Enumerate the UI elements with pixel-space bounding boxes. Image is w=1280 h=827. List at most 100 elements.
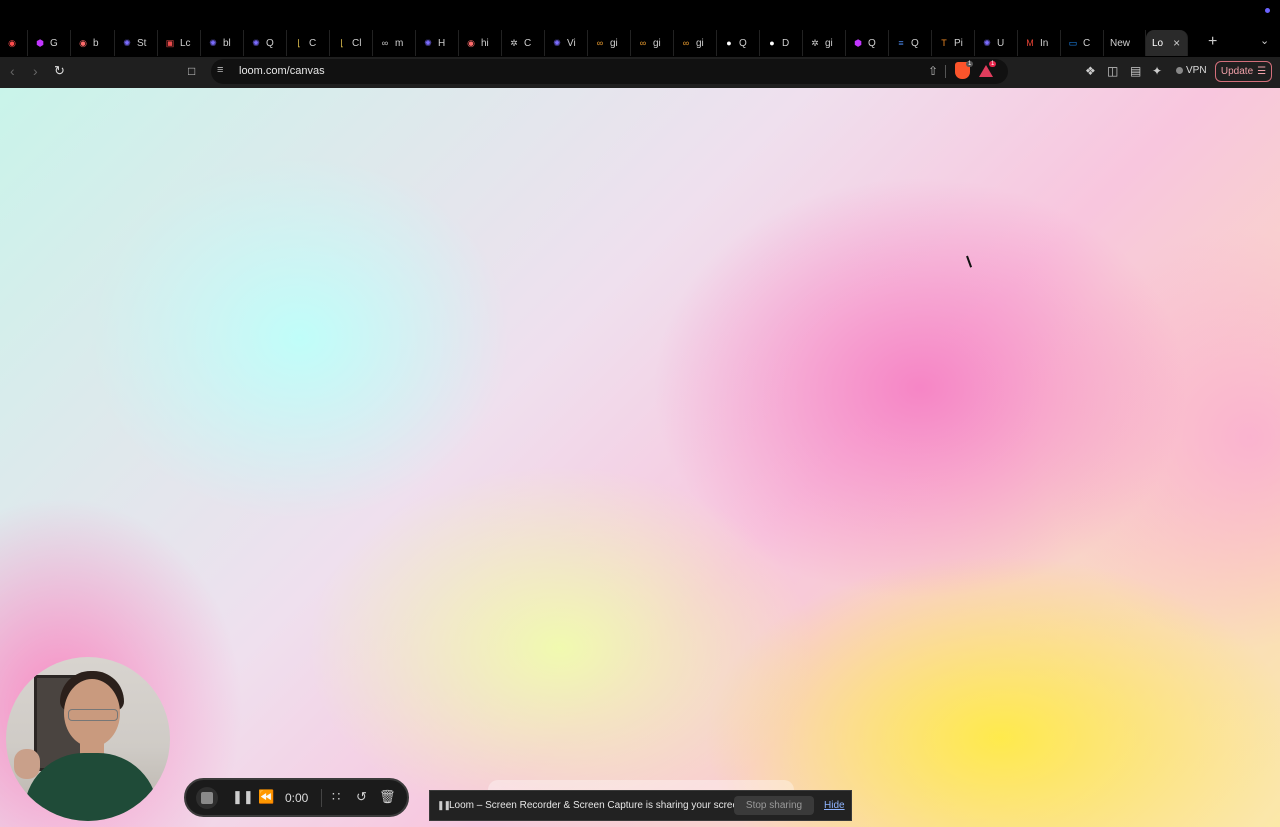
browser-tab[interactable]: ◉ — [0, 30, 28, 56]
forward-button[interactable]: › — [33, 63, 38, 79]
browser-tab[interactable]: ▣ Lc — [158, 30, 201, 56]
tab-label: Vi — [567, 37, 576, 49]
tab-label: bl — [223, 37, 231, 49]
tab-label: Lo — [1152, 37, 1164, 49]
browser-tab[interactable]: ∞ m — [373, 30, 416, 56]
grid-dots-icon[interactable]: ∷ — [332, 789, 340, 805]
active-tab[interactable]: Lo × — [1146, 30, 1188, 56]
browser-tab[interactable]: ◉ hi — [459, 30, 502, 56]
hexagon-icon: ⬢ — [36, 37, 44, 48]
share-icon[interactable]: ⇧ — [928, 64, 938, 78]
browser-tab[interactable]: ● D — [760, 30, 803, 56]
browser-tab[interactable]: ∞ gi — [674, 30, 717, 56]
tab-label: G — [50, 37, 58, 49]
trash-icon[interactable]: 🗑 — [379, 789, 396, 805]
tab-search-chevron-icon[interactable]: ⌄ — [1260, 34, 1269, 47]
tab-label: gi — [696, 37, 704, 49]
stop-recording-button[interactable] — [196, 787, 218, 809]
tab-label: C — [309, 37, 317, 49]
browser-tab[interactable]: ✺ St — [115, 30, 158, 56]
tab-label: gi — [653, 37, 661, 49]
bookmark-icon[interactable]: □ — [188, 64, 195, 78]
tab-label: m — [395, 37, 404, 49]
tab-strip: ◉ ⬢ G ◉ b ✺ St ▣ Lc ✺ bl ✺ Q ⌊ C ⌊ Cl ∞ m ✺ H ◉ hi ✲ C ✺ Vi ∞ gi ∞ gi ∞… — [0, 0, 1280, 57]
sidebar-icon[interactable]: ◫ — [1107, 64, 1118, 78]
rewards-count-badge: 1 — [989, 61, 997, 67]
pause-icon[interactable]: ❚❚ — [232, 789, 254, 805]
gmail-icon: M — [1026, 38, 1034, 48]
loop-icon: ∞ — [596, 38, 604, 48]
browser-tab[interactable]: ⬢ Q — [846, 30, 889, 56]
status-dot — [1265, 8, 1270, 13]
browser-tab[interactable]: ◉ b — [71, 30, 115, 56]
browser-tab[interactable]: ✺ H — [416, 30, 459, 56]
tab-label: Cl — [352, 37, 362, 49]
stop-sharing-button[interactable]: Stop sharing — [734, 796, 814, 815]
mouse-pointer-icon — [966, 255, 973, 268]
rewind-icon[interactable]: ⏪ — [258, 789, 274, 805]
wallet-icon[interactable]: ▤ — [1130, 64, 1141, 78]
vpn-button[interactable]: VPN — [1176, 65, 1207, 76]
record-icon: ◉ — [79, 37, 87, 48]
record-icon: ◉ — [467, 37, 475, 48]
person-hand — [14, 749, 40, 779]
browser-tab[interactable]: ≡ Q — [889, 30, 932, 56]
browser-tab[interactable]: ⌊ Cl — [330, 30, 373, 56]
recording-timer: 0:00 — [285, 791, 309, 805]
browser-tab[interactable]: ⬢ G — [28, 30, 71, 56]
tab-label: Pi — [954, 37, 963, 49]
restart-icon[interactable]: ↺ — [356, 789, 367, 805]
extensions-icon[interactable]: ❖ — [1085, 64, 1096, 78]
browser-tab[interactable]: ∞ gi — [588, 30, 631, 56]
loop-icon: ∞ — [682, 38, 690, 48]
address-bar[interactable]: ≡ loom.com/canvas ⇧ 1 1 — [211, 59, 1008, 84]
browser-toolbar: ‹ › ↻ □ ≡ loom.com/canvas ⇧ 1 1 ❖ ◫ ▤ ✦ … — [0, 57, 1280, 88]
github-icon: ● — [726, 38, 732, 48]
bracket-icon: ⌊ — [297, 37, 301, 48]
new-tab-button[interactable]: + — [1208, 33, 1217, 51]
browser-tab[interactable]: ✺ bl — [201, 30, 244, 56]
tab-label: gi — [610, 37, 618, 49]
tab-label: St — [137, 37, 147, 49]
hide-link[interactable]: Hide — [824, 800, 845, 811]
browser-tab[interactable]: M In — [1018, 30, 1061, 56]
tab-label: Q — [868, 37, 876, 49]
tab-label: Q — [911, 37, 919, 49]
tab-label: Lc — [180, 37, 191, 49]
browser-tab[interactable]: ∞ gi — [631, 30, 674, 56]
divider — [321, 789, 322, 807]
browser-tab[interactable]: ✲ C — [502, 30, 545, 56]
gear-icon: ✺ — [123, 37, 131, 48]
browser-tab[interactable]: New — [1104, 30, 1146, 56]
shields-count-badge: 1 — [966, 61, 974, 67]
browser-tab[interactable]: T Pi — [932, 30, 975, 56]
tab-label: Q — [739, 37, 747, 49]
site-settings-icon[interactable]: ≡ — [217, 64, 223, 76]
hexagon-icon: ⬢ — [854, 37, 862, 48]
browser-tab[interactable]: ✺ Q — [244, 30, 287, 56]
browser-tab[interactable]: ● Q — [717, 30, 760, 56]
tab-label: New — [1110, 37, 1131, 49]
url-text[interactable]: loom.com/canvas — [239, 65, 325, 77]
browser-tab[interactable]: ✺ Vi — [545, 30, 588, 56]
back-button[interactable]: ‹ — [10, 63, 15, 79]
tab-label: U — [997, 37, 1005, 49]
browser-tab[interactable]: ⌊ C — [287, 30, 330, 56]
tab-label: C — [524, 37, 532, 49]
webcam-bubble[interactable] — [6, 657, 170, 821]
leo-ai-icon[interactable]: ✦ — [1152, 64, 1162, 78]
gear-icon: ✺ — [252, 37, 260, 48]
update-button[interactable]: Update ☰ — [1215, 61, 1272, 82]
browser-tab[interactable]: ▭ C — [1061, 30, 1104, 56]
stop-icon — [201, 792, 213, 804]
record-icon: ◉ — [8, 37, 16, 48]
close-tab-icon[interactable]: × — [1173, 36, 1180, 50]
gear-icon: ✺ — [209, 37, 217, 48]
tab-label: In — [1040, 37, 1049, 49]
reload-button[interactable]: ↻ — [54, 63, 65, 79]
bracket-icon: ⌊ — [340, 37, 344, 48]
browser-tab[interactable]: ✲ gi — [803, 30, 846, 56]
browser-tab[interactable]: ✺ U — [975, 30, 1018, 56]
update-label: Update — [1220, 66, 1254, 77]
tab-label: gi — [825, 37, 833, 49]
